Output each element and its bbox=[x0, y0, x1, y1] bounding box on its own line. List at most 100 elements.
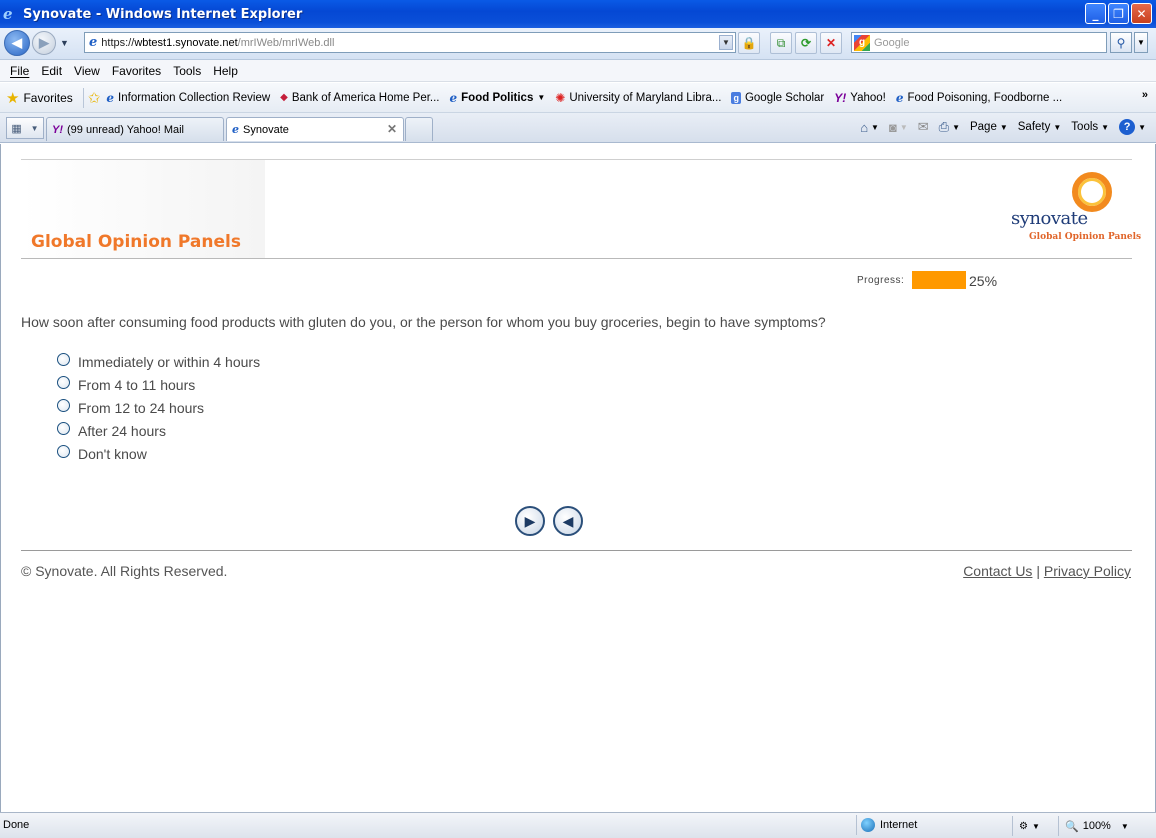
page-content: Global Opinion Panels synovate Global Op… bbox=[0, 144, 1156, 812]
answer-option[interactable]: Don't know bbox=[57, 442, 260, 465]
menu-bar: File Edit View Favorites Tools Help bbox=[0, 60, 1156, 82]
safety-menu[interactable]: Safety ▼ bbox=[1018, 121, 1062, 133]
quick-tabs-icon: ▦ bbox=[11, 122, 22, 135]
next-page-button[interactable]: ▶ bbox=[515, 506, 545, 536]
radio-button[interactable] bbox=[57, 353, 70, 366]
chevron-down-icon: ▼ bbox=[1101, 122, 1110, 132]
fav-link-label: Google Scholar bbox=[744, 91, 825, 104]
address-input[interactable]: e https:// wbtest1.synovate.net /mrIWeb/… bbox=[84, 32, 736, 53]
chevron-down-icon: ▼ bbox=[999, 122, 1008, 132]
search-options-dropdown-icon[interactable]: ▼ bbox=[1134, 32, 1148, 53]
fav-link-information-collection[interactable]: e Information Collection Review bbox=[106, 91, 270, 105]
footer-divider bbox=[21, 550, 1132, 551]
radio-button[interactable] bbox=[57, 399, 70, 412]
fav-link-umd-libraries[interactable]: ✺ University of Maryland Libra... bbox=[555, 91, 721, 105]
menu-file[interactable]: File bbox=[4, 64, 35, 78]
fav-link-bank-of-america[interactable]: ◆ Bank of America Home Per... bbox=[280, 92, 439, 104]
chevron-down-icon: ▼ bbox=[1138, 122, 1146, 132]
privacy-policy-link[interactable]: Privacy Policy bbox=[1044, 563, 1131, 579]
answer-option-label[interactable]: From 12 to 24 hours bbox=[78, 400, 204, 416]
progress-label: Progress: bbox=[857, 275, 905, 286]
google-icon: g bbox=[854, 34, 870, 51]
tools-menu[interactable]: Tools ▼ bbox=[1071, 121, 1109, 133]
chevron-down-icon: ▼ bbox=[1031, 821, 1040, 831]
answer-option-label[interactable]: After 24 hours bbox=[78, 423, 166, 439]
bank-of-america-icon: ◆ bbox=[280, 92, 288, 103]
restore-button[interactable]: ❐ bbox=[1108, 3, 1129, 24]
print-button[interactable]: ⎙ ▼ bbox=[939, 119, 960, 135]
zoom-level: 100% bbox=[1082, 820, 1111, 832]
lock-icon[interactable]: 🔒 bbox=[738, 32, 760, 54]
answer-option[interactable]: Immediately or within 4 hours bbox=[57, 350, 260, 373]
tab-label: (99 unread) Yahoo! Mail bbox=[67, 123, 184, 136]
url-path: /mrIWeb/mrIWeb.dll bbox=[237, 36, 335, 49]
recent-pages-dropdown-icon[interactable]: ▼ bbox=[60, 38, 69, 48]
fav-link-google-scholar[interactable]: g Google Scholar bbox=[731, 91, 825, 104]
question-text: How soon after consuming food products w… bbox=[21, 314, 826, 330]
answer-option[interactable]: From 4 to 11 hours bbox=[57, 373, 260, 396]
new-tab-button[interactable] bbox=[405, 117, 433, 141]
ie-page-icon: e bbox=[895, 90, 904, 105]
answer-option[interactable]: From 12 to 24 hours bbox=[57, 396, 260, 419]
forward-button[interactable]: ▶ bbox=[32, 31, 56, 55]
ie-page-icon: e bbox=[89, 35, 98, 50]
feeds-button[interactable]: ◙ ▼ bbox=[889, 120, 908, 135]
answer-option-label[interactable]: From 4 to 11 hours bbox=[78, 377, 195, 393]
chevron-more-icon[interactable]: » bbox=[1142, 89, 1148, 101]
add-to-favorites-bar-icon[interactable]: ✩ bbox=[88, 89, 101, 107]
home-icon: ⌂ bbox=[860, 119, 869, 135]
close-tab-icon[interactable]: ✕ bbox=[387, 122, 397, 136]
compatibility-view-icon[interactable]: ⧉ bbox=[770, 32, 792, 54]
tab-yahoo-mail[interactable]: Y! (99 unread) Yahoo! Mail bbox=[46, 117, 224, 141]
fav-link-label: Information Collection Review bbox=[118, 91, 271, 104]
quick-tabs-button[interactable]: ▦ ▼ bbox=[6, 117, 44, 139]
close-button[interactable]: ✕ bbox=[1131, 3, 1152, 24]
previous-page-button[interactable]: ◀ bbox=[553, 506, 583, 536]
back-button[interactable]: ◀ bbox=[4, 30, 30, 56]
stop-icon[interactable]: ✕ bbox=[820, 32, 842, 54]
radio-button[interactable] bbox=[57, 422, 70, 435]
answer-option-label[interactable]: Immediately or within 4 hours bbox=[78, 354, 260, 370]
home-button[interactable]: ⌂ ▼ bbox=[860, 120, 879, 135]
chevron-down-icon: ▼ bbox=[871, 122, 879, 132]
fav-link-label: Yahoo! bbox=[850, 91, 886, 104]
menu-view[interactable]: View bbox=[68, 64, 106, 78]
umd-icon: ✺ bbox=[555, 90, 566, 105]
favorites-button[interactable]: ★ Favorites bbox=[0, 89, 77, 107]
logo-subtitle: Global Opinion Panels bbox=[1029, 232, 1142, 242]
refresh-icon[interactable]: ⟳ bbox=[795, 32, 817, 54]
tab-synovate[interactable]: e Synovate ✕ bbox=[226, 117, 404, 141]
contact-us-link[interactable]: Contact Us bbox=[963, 563, 1032, 579]
status-text: Done bbox=[3, 819, 30, 831]
fav-link-food-poisoning[interactable]: e Food Poisoning, Foodborne ... bbox=[896, 91, 1062, 105]
zoom-button[interactable]: 🔍 100% ▼ bbox=[1058, 816, 1138, 836]
minimize-button[interactable]: _ bbox=[1085, 3, 1106, 24]
menu-edit[interactable]: Edit bbox=[35, 64, 68, 78]
menu-favorites[interactable]: Favorites bbox=[106, 64, 167, 78]
fav-link-food-politics[interactable]: e Food Politics ▼ bbox=[450, 91, 546, 105]
protected-mode-button[interactable]: ⚙ ▼ bbox=[1012, 816, 1054, 836]
radio-button[interactable] bbox=[57, 445, 70, 458]
search-input[interactable]: g Google bbox=[851, 32, 1107, 53]
fav-link-label: University of Maryland Libra... bbox=[569, 91, 722, 104]
answer-option-label[interactable]: Don't know bbox=[78, 446, 147, 462]
answer-option[interactable]: After 24 hours bbox=[57, 419, 260, 442]
progress-percent: 25% bbox=[969, 273, 998, 289]
window-title: Synovate - Windows Internet Explorer bbox=[23, 6, 303, 22]
radio-button[interactable] bbox=[57, 376, 70, 389]
page-menu[interactable]: Page ▼ bbox=[970, 121, 1008, 133]
menu-tools[interactable]: Tools bbox=[167, 64, 207, 78]
help-menu[interactable]: ? ▼ bbox=[1119, 119, 1146, 135]
address-dropdown-icon[interactable]: ▼ bbox=[719, 35, 733, 50]
menu-help[interactable]: Help bbox=[207, 64, 244, 78]
favorites-label: Favorites bbox=[23, 90, 73, 105]
footer-separator: | bbox=[1036, 563, 1040, 579]
logo-wordmark: synovate bbox=[1011, 208, 1088, 229]
ie-page-icon: e bbox=[232, 123, 239, 136]
read-mail-button[interactable]: ✉ bbox=[918, 119, 929, 135]
search-placeholder: Google bbox=[874, 36, 910, 49]
fav-link-yahoo[interactable]: Y! Yahoo! bbox=[834, 91, 886, 105]
rss-feed-icon: ◙ bbox=[888, 119, 897, 135]
security-zone[interactable]: Internet bbox=[856, 815, 1006, 835]
search-icon[interactable]: ⚲ bbox=[1110, 32, 1132, 53]
